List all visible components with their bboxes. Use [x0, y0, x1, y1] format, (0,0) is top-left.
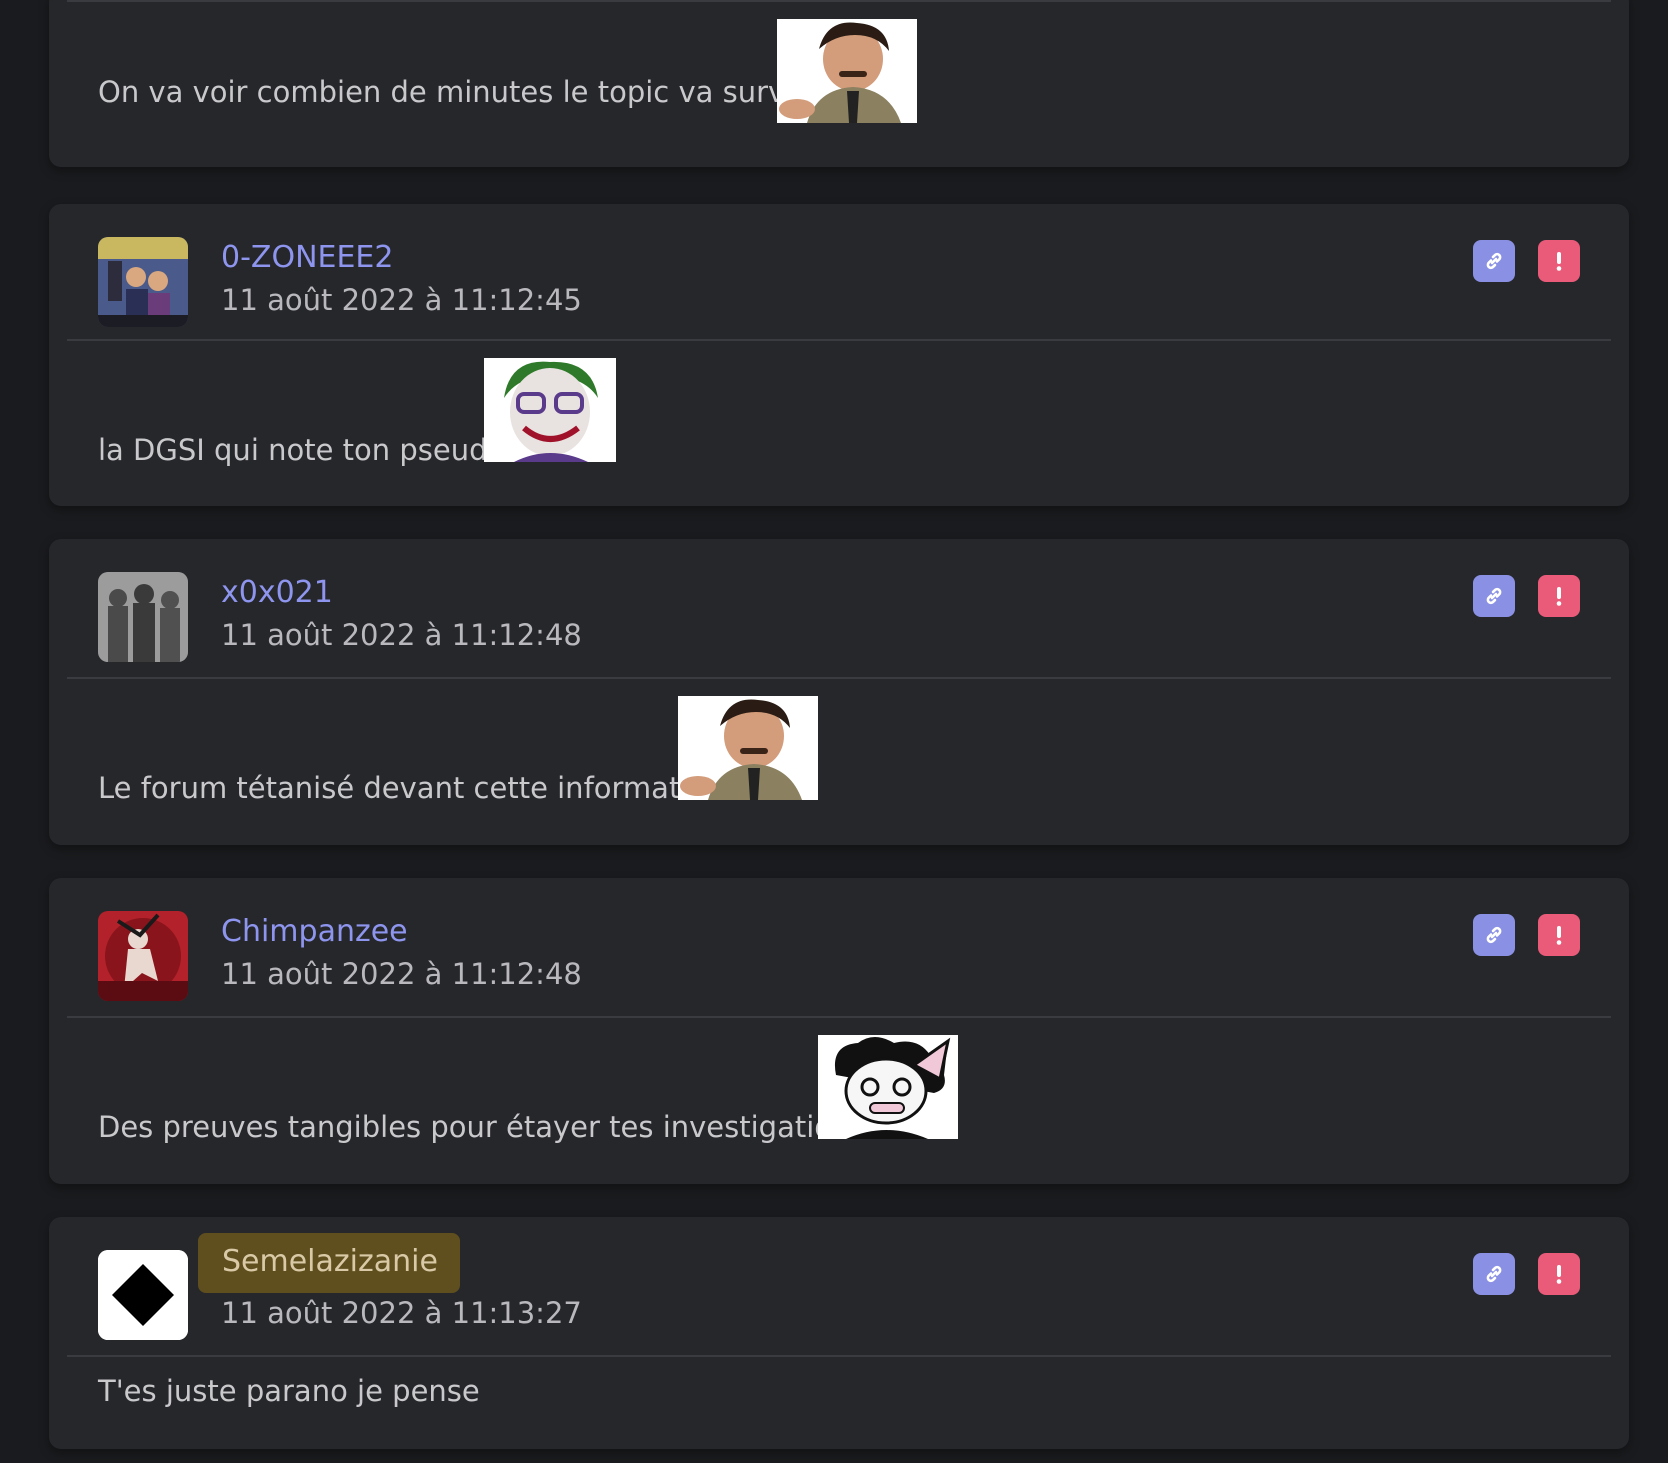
post-header: x0x021 11 août 2022 à 11:12:48: [49, 539, 1629, 689]
post-card: x0x021 11 août 2022 à 11:12:48 Le forum …: [49, 539, 1629, 845]
permalink-button[interactable]: [1473, 914, 1515, 956]
username-link[interactable]: Chimpanzee: [221, 914, 408, 949]
report-button[interactable]: [1538, 1253, 1580, 1295]
post-header: Semelazizanie 11 août 2022 à 11:13:27: [49, 1217, 1629, 1367]
post-body: Des preuves tangibles pour étayer tes in…: [98, 1110, 891, 1144]
post-feed: On va voir combien de minutes le topic v…: [0, 0, 1668, 1463]
permalink-button[interactable]: [1473, 575, 1515, 617]
permalink-button[interactable]: [1473, 240, 1515, 282]
username-link[interactable]: 0-ZONEEE2: [221, 240, 393, 275]
post-timestamp: 11 août 2022 à 11:13:27: [221, 1296, 582, 1330]
avatar[interactable]: [98, 911, 188, 1001]
post-card: Semelazizanie 11 août 2022 à 11:13:27 T'…: [49, 1217, 1629, 1449]
post-divider: [67, 339, 1611, 341]
post-card: 0-ZONEEE2 11 août 2022 à 11:12:45 la DGS…: [49, 204, 1629, 506]
post-body: Le forum tétanisé devant cette informati…: [98, 771, 725, 805]
post-body: T'es juste parano je pense: [98, 1374, 480, 1408]
username-link[interactable]: x0x021: [221, 575, 333, 610]
joker-sticker: [484, 358, 616, 462]
cartoon-character-sticker: [818, 1035, 958, 1139]
post-timestamp: 11 août 2022 à 11:12:48: [221, 618, 582, 652]
link-icon: [1486, 587, 1502, 605]
avatar[interactable]: [98, 1250, 188, 1340]
post-timestamp: 11 août 2022 à 11:12:48: [221, 957, 582, 991]
username-link[interactable]: Semelazizanie: [198, 1233, 460, 1293]
post-timestamp: 11 août 2022 à 11:12:45: [221, 283, 582, 317]
link-icon: [1486, 252, 1502, 270]
post-card: On va voir combien de minutes le topic v…: [49, 0, 1629, 167]
post-divider: [67, 0, 1611, 2]
link-icon: [1486, 926, 1502, 944]
smug-man-sticker: [678, 696, 818, 800]
post-body: la DGSI qui note ton pseudo: [98, 433, 506, 467]
post-header: 0-ZONEEE2 11 août 2022 à 11:12:45: [49, 204, 1629, 354]
post-divider: [67, 1355, 1611, 1357]
report-button[interactable]: [1538, 914, 1580, 956]
exclamation-icon: [1556, 252, 1562, 271]
report-button[interactable]: [1538, 240, 1580, 282]
exclamation-icon: [1556, 587, 1562, 606]
link-icon: [1486, 1265, 1502, 1283]
post-body: On va voir combien de minutes le topic v…: [98, 75, 840, 109]
post-header: Chimpanzee 11 août 2022 à 11:12:48: [49, 878, 1629, 1028]
avatar[interactable]: [98, 237, 188, 327]
post-divider: [67, 1016, 1611, 1018]
post-divider: [67, 677, 1611, 679]
exclamation-icon: [1556, 1265, 1562, 1284]
report-button[interactable]: [1538, 575, 1580, 617]
avatar[interactable]: [98, 572, 188, 662]
exclamation-icon: [1556, 926, 1562, 945]
post-card: Chimpanzee 11 août 2022 à 11:12:48 Des p…: [49, 878, 1629, 1184]
smug-man-sticker: [777, 19, 917, 123]
permalink-button[interactable]: [1473, 1253, 1515, 1295]
